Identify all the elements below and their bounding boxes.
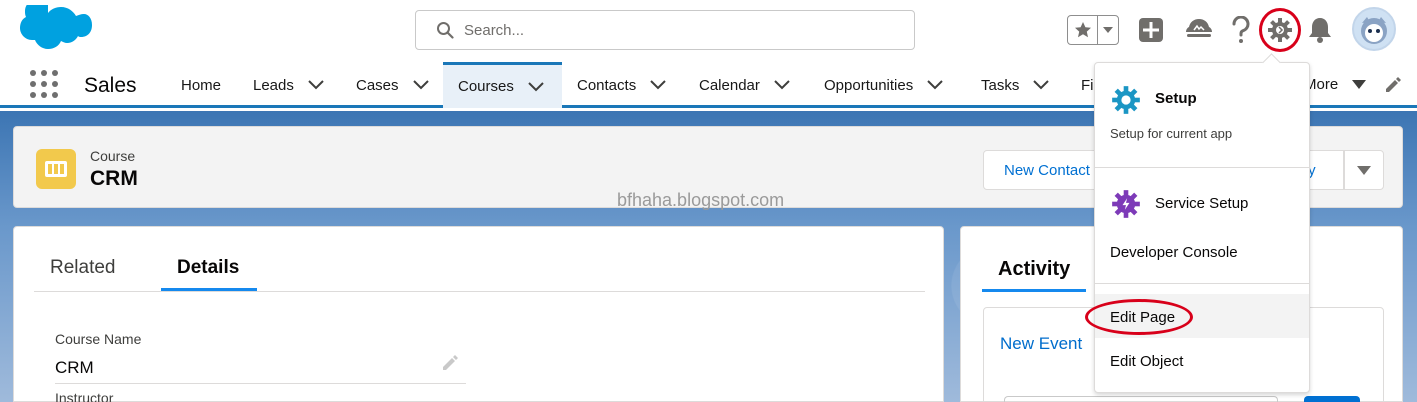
nav-item-label: Opportunities	[824, 76, 914, 94]
instructor-label: Instructor	[55, 390, 114, 402]
menu-item-developer-console[interactable]: Developer Console	[1110, 244, 1238, 261]
nav-item-leads[interactable]: Leads	[253, 62, 324, 108]
service-setup-gear-icon	[1112, 190, 1140, 218]
course-name-value: CRM	[55, 358, 94, 377]
chevron-down-icon[interactable]	[774, 80, 790, 90]
menu-item-service-setup[interactable]: Service Setup	[1155, 195, 1248, 212]
active-tab-indicator	[982, 289, 1086, 292]
new-event-tab[interactable]: New Event	[1000, 334, 1082, 354]
nav-item-label: Calendar	[699, 76, 760, 94]
edit-page-highlight-circle	[1085, 299, 1193, 335]
more-actions-button[interactable]	[1344, 150, 1384, 190]
record-type-label: Course	[90, 148, 136, 164]
partially-hidden-action-button[interactable]: ty	[1304, 150, 1344, 190]
favorites-button[interactable]	[1068, 16, 1098, 44]
favorites-list-button[interactable]	[1098, 16, 1118, 44]
favorites-group	[1067, 15, 1119, 45]
menu-item-edit-object[interactable]: Edit Object	[1110, 353, 1183, 370]
plus-icon	[1139, 18, 1163, 42]
trailhead-icon	[1186, 19, 1212, 37]
book-icon	[45, 161, 67, 177]
nav-item-tasks[interactable]: Tasks	[981, 62, 1050, 108]
nav-item-contacts[interactable]: Contacts	[577, 62, 666, 108]
chevron-down-icon[interactable]	[528, 81, 544, 92]
record-name: CRM	[90, 167, 138, 190]
nav-item-label: Fi	[1081, 76, 1094, 94]
salesforce-logo[interactable]	[18, 5, 92, 57]
trailhead-button[interactable]	[1184, 15, 1214, 45]
active-tab-indicator	[161, 288, 257, 291]
help-icon	[1232, 16, 1250, 43]
tabs-divider	[34, 291, 925, 292]
edit-pencil-icon[interactable]	[441, 354, 459, 372]
tab-activity[interactable]: Activity	[998, 258, 1070, 281]
activity-input[interactable]	[1004, 396, 1278, 402]
app-name: Sales	[84, 74, 137, 97]
edit-nav-pencil-icon[interactable]	[1384, 76, 1402, 94]
chevron-down-icon[interactable]	[308, 80, 324, 90]
nav-item-label: Courses	[458, 78, 514, 95]
menu-item-setup[interactable]: Setup	[1155, 90, 1197, 107]
nav-item-partial[interactable]: Fi	[1081, 62, 1094, 108]
chevron-down-icon[interactable]	[927, 80, 943, 90]
setup-gear-icon	[1112, 86, 1140, 114]
chevron-down-icon[interactable]	[650, 80, 666, 90]
nav-item-cases[interactable]: Cases	[356, 62, 429, 108]
global-search[interactable]	[415, 10, 915, 50]
tab-related[interactable]: Related	[50, 257, 116, 279]
menu-divider	[1095, 283, 1309, 284]
help-button[interactable]	[1226, 15, 1256, 45]
nav-item-home[interactable]: Home	[181, 62, 221, 108]
activity-submit-button[interactable]	[1304, 396, 1360, 402]
chevron-down-icon	[1103, 27, 1113, 33]
nav-item-courses[interactable]: Courses	[443, 62, 562, 108]
search-input[interactable]	[464, 21, 884, 39]
global-actions-button[interactable]	[1136, 15, 1166, 45]
field-divider	[55, 383, 466, 384]
star-icon	[1074, 22, 1091, 38]
tab-details[interactable]: Details	[177, 257, 239, 279]
menu-divider	[1095, 167, 1309, 168]
nav-item-label: Contacts	[577, 76, 637, 94]
setup-dropdown-menu: Setup Setup for current app Service Setu…	[1085, 62, 1310, 393]
nav-item-label: Tasks	[981, 76, 1020, 94]
nav-item-label: Leads	[253, 76, 294, 94]
setup-subtitle[interactable]: Setup for current app	[1110, 126, 1232, 141]
astro-avatar-icon	[1361, 17, 1387, 44]
chevron-down-icon	[1357, 165, 1371, 175]
global-header	[0, 0, 1417, 62]
nav-item-calendar[interactable]: Calendar	[699, 62, 790, 108]
nav-item-label: Cases	[356, 76, 399, 94]
watermark-text: bfhaha.blogspot.com	[617, 190, 785, 210]
search-icon	[437, 22, 454, 39]
avatar[interactable]	[1352, 7, 1396, 51]
more-chevron-down-icon[interactable]	[1352, 80, 1366, 89]
app-launcher-icon[interactable]	[30, 70, 58, 98]
bell-icon	[1309, 18, 1331, 43]
gear-highlight-circle	[1259, 8, 1301, 52]
course-name-label: Course Name	[55, 331, 142, 347]
nav-item-label: Home	[181, 76, 222, 94]
nav-item-opportunities[interactable]: Opportunities	[824, 62, 943, 108]
details-card: Related Details Course Name CRM Instruct…	[13, 226, 944, 402]
notifications-button[interactable]	[1305, 15, 1335, 45]
course-object-icon	[36, 149, 76, 189]
chevron-down-icon[interactable]	[1033, 80, 1050, 90]
chevron-down-icon[interactable]	[412, 80, 429, 90]
